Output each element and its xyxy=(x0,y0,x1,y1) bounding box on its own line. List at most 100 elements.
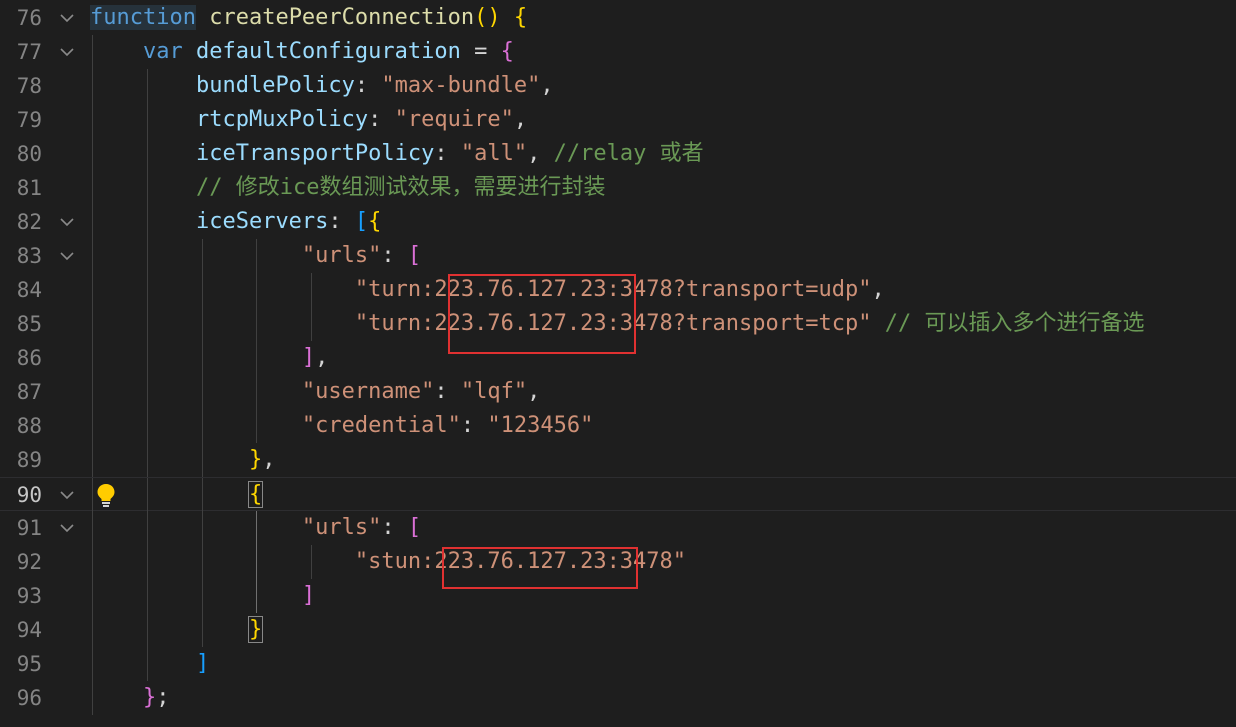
code-text[interactable]: "urls": [ xyxy=(90,511,421,545)
code-token: defaultConfiguration xyxy=(195,39,461,64)
code-line[interactable]: 94 } xyxy=(0,613,1236,647)
chevron-down-icon[interactable] xyxy=(58,43,76,61)
line-number: 81 xyxy=(16,176,42,200)
code-line[interactable]: 77 var defaultConfiguration = { xyxy=(0,35,1236,69)
code-line[interactable]: 78 bundlePolicy: "max-bundle", xyxy=(0,69,1236,103)
code-token: : xyxy=(434,141,461,166)
code-token: [ xyxy=(354,209,369,234)
chevron-down-icon[interactable] xyxy=(58,486,76,504)
annotation-highlight-box xyxy=(442,547,638,589)
line-number: 85 xyxy=(16,312,42,336)
code-line[interactable]: 89 }, xyxy=(0,443,1236,477)
code-text[interactable]: var defaultConfiguration = { xyxy=(90,35,514,69)
code-token: [ xyxy=(407,515,422,540)
code-token: , xyxy=(315,345,329,370)
code-text[interactable]: bundlePolicy: "max-bundle", xyxy=(90,69,554,103)
code-text[interactable]: ], xyxy=(90,341,329,375)
code-text[interactable]: }, xyxy=(90,443,276,477)
code-token: "urls" xyxy=(301,515,382,540)
code-token: } xyxy=(247,616,264,643)
code-token: ; xyxy=(156,685,170,710)
code-token: ] xyxy=(301,345,316,370)
code-line[interactable]: 83 "urls": [ xyxy=(0,239,1236,273)
code-token: : xyxy=(381,515,408,540)
code-text[interactable]: iceTransportPolicy: "all", //relay 或者 xyxy=(90,137,704,171)
code-line[interactable]: 95 ] xyxy=(0,647,1236,681)
code-line[interactable]: 82 iceServers: [{ xyxy=(0,205,1236,239)
line-number: 87 xyxy=(16,380,42,404)
line-number: 93 xyxy=(16,584,42,608)
code-text[interactable]: "credential": "123456" xyxy=(90,409,593,443)
code-token: : xyxy=(328,209,355,234)
code-token: , xyxy=(527,141,554,166)
code-text[interactable]: { xyxy=(90,478,264,512)
annotation-highlight-box xyxy=(448,274,636,354)
code-text[interactable]: function createPeerConnection() { xyxy=(90,1,527,35)
chevron-down-icon[interactable] xyxy=(58,247,76,265)
code-token: : xyxy=(460,413,488,438)
code-token: } xyxy=(248,447,263,472)
code-line[interactable]: 96 }; xyxy=(0,681,1236,715)
code-text[interactable]: rtcpMuxPolicy: "require", xyxy=(90,103,527,137)
code-token: var xyxy=(142,39,183,64)
chevron-down-icon[interactable] xyxy=(58,213,76,231)
line-number: 86 xyxy=(16,346,42,370)
code-line[interactable]: 91 "urls": [ xyxy=(0,511,1236,545)
code-text[interactable]: "urls": [ xyxy=(90,239,421,273)
code-token: "lqf" xyxy=(460,379,528,404)
code-line[interactable]: 79 rtcpMuxPolicy: "require", xyxy=(0,103,1236,137)
code-editor[interactable]: 76 function createPeerConnection() {77 va… xyxy=(0,0,1236,727)
code-line[interactable]: 90 { xyxy=(0,477,1236,512)
code-token: bundlePolicy xyxy=(195,73,355,98)
code-line[interactable]: 80 iceTransportPolicy: "all", //relay 或者 xyxy=(0,137,1236,171)
code-token: "require" xyxy=(394,107,514,132)
code-token: createPeerConnection xyxy=(209,5,475,30)
code-token: { xyxy=(247,481,264,508)
line-number: 78 xyxy=(16,74,42,98)
code-text[interactable]: "username": "lqf", xyxy=(90,375,540,409)
code-token: function xyxy=(90,5,196,30)
code-text[interactable]: }; xyxy=(90,681,170,715)
code-text[interactable]: } xyxy=(90,613,264,647)
code-token: { xyxy=(500,39,514,64)
code-token: : xyxy=(434,379,461,404)
code-token: rtcpMuxPolicy xyxy=(195,107,369,132)
line-number: 76 xyxy=(16,6,42,30)
code-line[interactable]: 81 // 修改ice数组测试效果，需要进行封装 xyxy=(0,171,1236,205)
chevron-down-icon[interactable] xyxy=(58,9,76,27)
code-text[interactable]: iceServers: [{ xyxy=(90,205,381,239)
code-text[interactable]: ] xyxy=(90,579,315,613)
code-text[interactable]: // 修改ice数组测试效果，需要进行封装 xyxy=(90,171,605,205)
code-line[interactable]: 88 "credential": "123456" xyxy=(0,409,1236,443)
code-token: ) xyxy=(487,5,501,30)
code-line[interactable]: 87 "username": "lqf", xyxy=(0,375,1236,409)
code-token: "all" xyxy=(460,141,528,166)
chevron-down-icon[interactable] xyxy=(58,519,76,537)
code-token: : xyxy=(381,243,408,268)
line-number: 84 xyxy=(16,278,42,302)
code-token: ] xyxy=(195,651,210,676)
code-token: //relay 或者 xyxy=(553,141,704,166)
code-line[interactable]: 76 function createPeerConnection() { xyxy=(0,1,1236,35)
line-number: 91 xyxy=(16,516,42,540)
code-token: ( xyxy=(474,5,488,30)
line-number: 88 xyxy=(16,414,42,438)
code-text[interactable]: ] xyxy=(90,647,209,681)
